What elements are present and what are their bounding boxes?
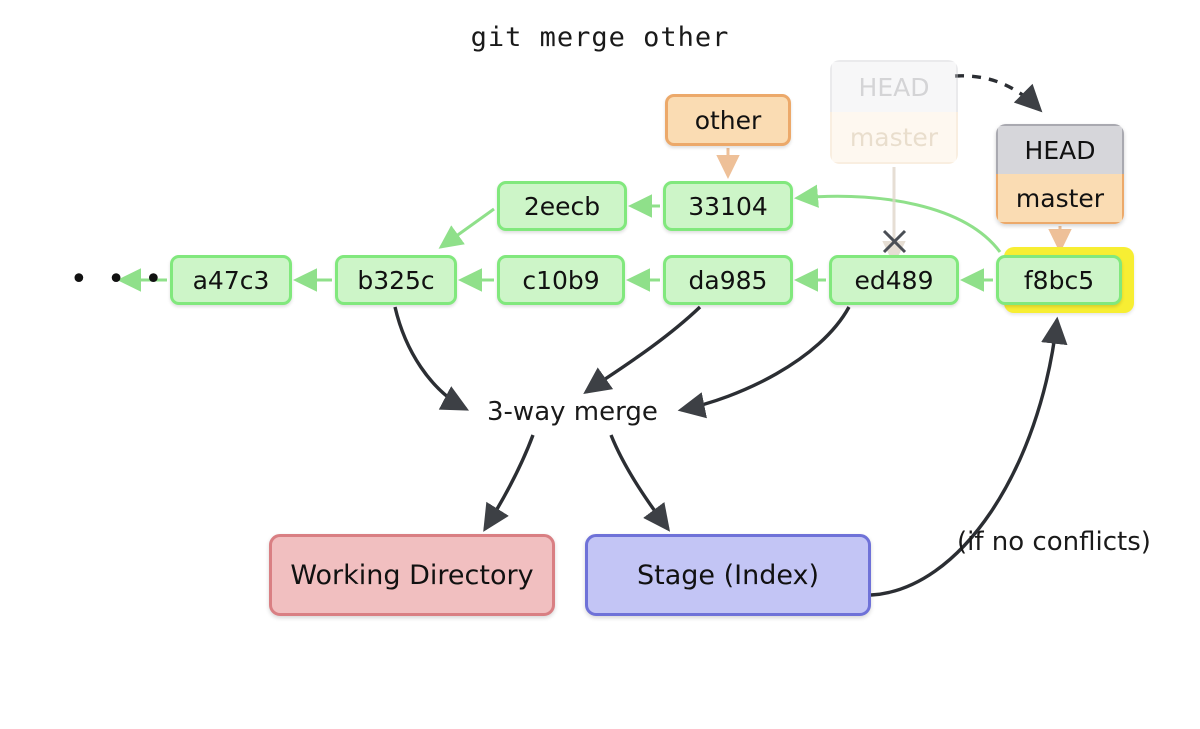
stage-index-box[interactable]: Stage (Index) xyxy=(585,534,871,616)
commit-node-c10b9[interactable]: c10b9 xyxy=(497,255,625,305)
conflicts-note: (if no conflicts) xyxy=(957,527,1151,557)
commit-node-label: 2eecb xyxy=(523,191,601,221)
stage-index-label: Stage (Index) xyxy=(637,559,819,591)
commit-node-label: b325c xyxy=(357,265,435,295)
commit-node-label: da985 xyxy=(688,265,768,295)
commit-node-label: f8bc5 xyxy=(1023,265,1095,295)
working-directory-box[interactable]: Working Directory xyxy=(269,534,555,616)
commit-node-ed489[interactable]: ed489 xyxy=(829,255,959,305)
branch-label-other[interactable]: other xyxy=(665,94,791,146)
ghost-head-label: HEAD xyxy=(830,60,958,112)
ghost-pointer-box: HEAD master xyxy=(830,60,958,164)
commit-node-label: a47c3 xyxy=(192,265,270,295)
commit-node-da985[interactable]: da985 xyxy=(663,255,793,305)
ghost-master-label: master xyxy=(830,112,958,164)
head-label: HEAD xyxy=(996,124,1124,174)
commit-node-label: c10b9 xyxy=(522,265,600,295)
merge-label: 3-way merge xyxy=(487,397,658,427)
diagram-canvas: git merge other • • • other HEAD master … xyxy=(0,0,1200,729)
commit-node-33104[interactable]: 33104 xyxy=(663,181,793,231)
pointer-box[interactable]: HEAD master xyxy=(996,124,1124,224)
master-label: master xyxy=(996,174,1124,224)
working-directory-label: Working Directory xyxy=(290,559,534,591)
merge-label-text: 3-way merge xyxy=(487,397,658,427)
commit-node-label: ed489 xyxy=(854,265,934,295)
commit-node-f8bc5[interactable]: f8bc5 xyxy=(996,255,1122,305)
branch-label-other-text: other xyxy=(694,105,762,135)
commit-node-a47c3[interactable]: a47c3 xyxy=(170,255,292,305)
conflicts-note-text: (if no conflicts) xyxy=(957,527,1151,557)
arrow-layer xyxy=(117,74,1072,597)
commit-node-b325c[interactable]: b325c xyxy=(335,255,457,305)
commit-node-2eecb[interactable]: 2eecb xyxy=(497,181,627,231)
commit-node-label: 33104 xyxy=(688,191,768,221)
ellipsis-more-commits: • • • xyxy=(70,262,168,297)
